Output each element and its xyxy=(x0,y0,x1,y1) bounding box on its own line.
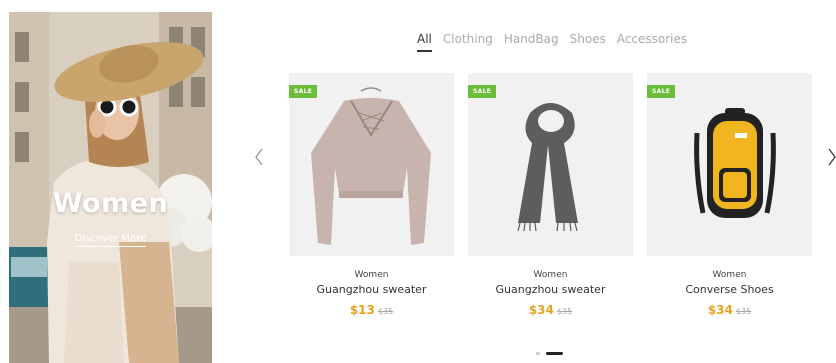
old-price: $35 xyxy=(377,307,394,316)
carousel-next-button[interactable] xyxy=(828,148,836,170)
product-card[interactable]: SALE Women Converse Shoes $34 $35 xyxy=(647,73,812,318)
current-price: $13 xyxy=(349,303,375,317)
tab-accessories[interactable]: Accessories xyxy=(617,32,687,52)
product-image[interactable]: SALE xyxy=(647,73,812,256)
sale-badge: SALE xyxy=(289,85,318,98)
current-price: $34 xyxy=(528,303,554,317)
tab-handbag[interactable]: HandBag xyxy=(504,32,559,52)
product-name[interactable]: Guangzhou sweater xyxy=(468,283,633,296)
chevron-right-icon xyxy=(828,148,836,166)
sweater-icon xyxy=(311,87,431,245)
old-price: $35 xyxy=(556,307,573,316)
product-category: Women xyxy=(354,270,389,280)
product-price: $34 $35 xyxy=(468,299,633,318)
product-image[interactable]: SALE xyxy=(289,73,454,256)
scarf-icon xyxy=(517,103,578,232)
product-price: $34 $35 xyxy=(647,299,812,318)
carousel-prev-button[interactable] xyxy=(254,148,264,170)
product-price: $13 $35 xyxy=(289,299,454,318)
hero-banner[interactable]: Women Discover More xyxy=(9,12,212,363)
sale-badge: SALE xyxy=(647,85,676,98)
tab-clothing[interactable]: Clothing xyxy=(443,32,493,52)
hero-title: Women xyxy=(52,188,169,219)
product-card[interactable]: SALE Women Guangzhou sweater $34 $35 xyxy=(468,73,633,318)
pagination-dot-active[interactable] xyxy=(546,352,563,355)
product-card[interactable]: SALE Women Guangzhou sweater $13 $35 xyxy=(289,73,454,318)
carousel-pagination xyxy=(536,352,563,355)
sale-badge: SALE xyxy=(468,85,497,98)
pagination-dot[interactable] xyxy=(536,352,540,355)
product-name[interactable]: Guangzhou sweater xyxy=(289,283,454,296)
product-name[interactable]: Converse Shoes xyxy=(647,283,812,296)
product-category: Women xyxy=(712,270,747,280)
product-category: Women xyxy=(533,270,568,280)
category-tabs: All Clothing HandBag Shoes Accessories xyxy=(417,32,687,52)
chevron-left-icon xyxy=(255,148,263,166)
current-price: $34 xyxy=(707,303,733,317)
discover-more-link-wrapper: Discover More xyxy=(9,233,212,247)
backpack-icon xyxy=(694,108,776,218)
old-price: $35 xyxy=(735,307,752,316)
tab-shoes[interactable]: Shoes xyxy=(570,32,606,52)
discover-more-link[interactable]: Discover More xyxy=(74,233,147,247)
tab-all[interactable]: All xyxy=(417,32,432,52)
product-image[interactable]: SALE xyxy=(468,73,633,256)
